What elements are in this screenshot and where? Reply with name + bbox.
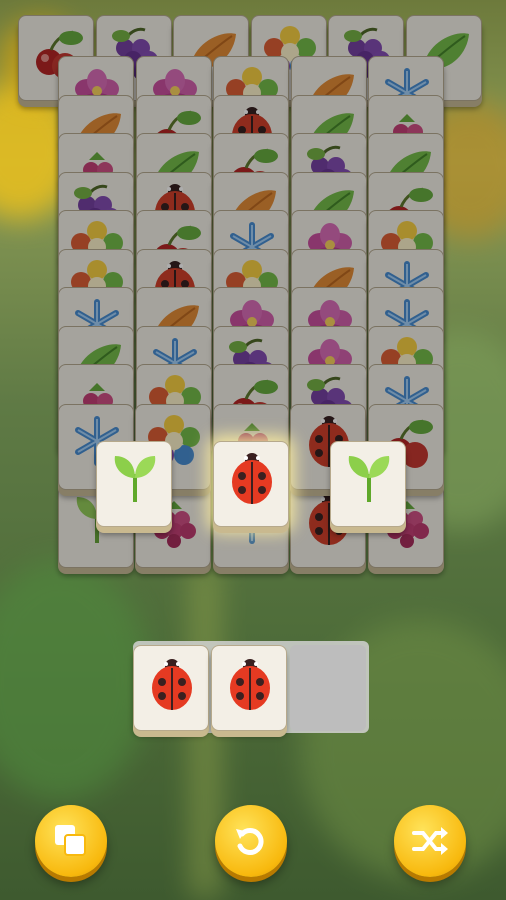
sprout-icon bbox=[348, 456, 390, 502]
tray-slot-1 bbox=[133, 645, 209, 731]
tray-slot-2 bbox=[211, 645, 287, 731]
tile-board bbox=[0, 0, 506, 900]
tray-empty-slot bbox=[290, 645, 366, 731]
sprout-icon bbox=[114, 456, 156, 502]
undo-icon bbox=[236, 828, 264, 855]
ladybug-icon bbox=[152, 659, 192, 710]
undo-tiles-button[interactable] bbox=[35, 805, 107, 877]
shuffle-icon bbox=[412, 827, 448, 855]
undo-button[interactable] bbox=[215, 805, 287, 877]
tile-sprout[interactable] bbox=[96, 441, 172, 527]
tile-ladybug-selected[interactable] bbox=[213, 441, 289, 527]
tile-sprout[interactable] bbox=[330, 441, 406, 527]
ladybug-icon bbox=[232, 453, 272, 504]
ladybug-icon bbox=[230, 659, 270, 710]
tile-tray bbox=[133, 641, 369, 733]
copy-icon bbox=[55, 825, 86, 856]
shuffle-button[interactable] bbox=[394, 805, 466, 877]
